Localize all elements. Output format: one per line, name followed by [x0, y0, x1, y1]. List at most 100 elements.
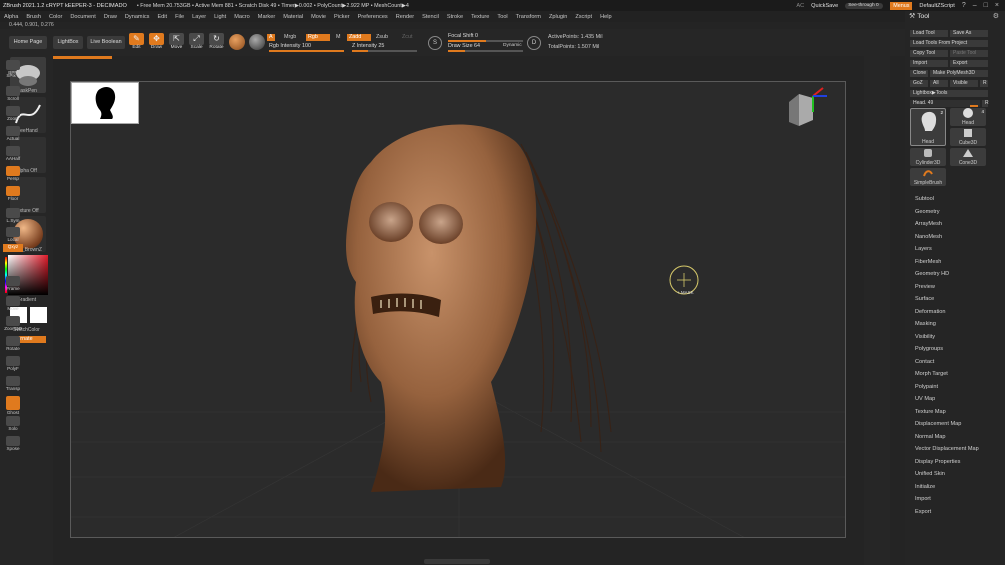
- rgb-toggle[interactable]: Rgb: [306, 34, 330, 41]
- maximize-icon[interactable]: □: [984, 2, 988, 9]
- tool-thumb-cylinder3d[interactable]: Cylinder3D: [910, 148, 946, 166]
- menu-item[interactable]: Alpha: [0, 14, 22, 20]
- close-icon[interactable]: ×: [995, 2, 999, 9]
- subpalette-visibility[interactable]: Visibility: [915, 334, 935, 340]
- goz-r-button[interactable]: R: [980, 80, 988, 87]
- subpalette-subtool[interactable]: Subtool: [915, 196, 934, 202]
- qxyz-button[interactable]: Qxyz: [3, 244, 23, 252]
- menu-item[interactable]: Draw: [100, 14, 121, 20]
- goz-button[interactable]: GoZ: [910, 80, 928, 87]
- xpose-button[interactable]: Xpose: [3, 436, 23, 454]
- subpalette-export[interactable]: Export: [915, 509, 931, 515]
- tool-thumb-simplebrush[interactable]: SimpleBrush: [910, 168, 946, 186]
- subpalette-preview[interactable]: Preview: [915, 284, 935, 290]
- z-intensity-slider[interactable]: Z Intensity 25: [352, 43, 417, 52]
- dynamic-toggle[interactable]: Dynamic: [501, 42, 524, 49]
- subpalette-texture-map[interactable]: Texture Map: [915, 409, 946, 415]
- subpalette-geometry[interactable]: Geometry: [915, 209, 940, 215]
- current-tool-slider[interactable]: Head. 49: [910, 100, 980, 107]
- quicksave-button[interactable]: QuickSave: [811, 3, 838, 9]
- panel-settings-icon[interactable]: ⚙: [993, 11, 999, 23]
- tool-thumb-head[interactable]: Head 4: [950, 108, 986, 126]
- draw-mode-button[interactable]: ✥ Draw: [148, 33, 165, 52]
- tool-thumb-cube3d[interactable]: Cube3D: [950, 128, 986, 146]
- secondary-color-swatch[interactable]: [30, 307, 47, 323]
- focal-shift-slider[interactable]: Focal Shift 0: [448, 33, 523, 42]
- menu-item[interactable]: Brush: [22, 14, 45, 20]
- bottom-shelf-handle[interactable]: [424, 559, 490, 564]
- menu-item[interactable]: Edit: [153, 14, 171, 20]
- zcut-toggle[interactable]: Zcut: [400, 34, 414, 41]
- help-icon[interactable]: ?: [962, 2, 966, 9]
- menu-item[interactable]: Help: [596, 14, 616, 20]
- brush-preview-icon[interactable]: [229, 34, 245, 50]
- menu-item[interactable]: Stroke: [443, 14, 467, 20]
- symmetry-icon[interactable]: S: [428, 36, 442, 50]
- menu-item[interactable]: File: [171, 14, 188, 20]
- subpalette-surface[interactable]: Surface: [915, 296, 934, 302]
- solo-button[interactable]: Solo: [3, 416, 23, 434]
- rotate-view-button[interactable]: Rotate: [3, 336, 23, 354]
- floor-button[interactable]: Floor: [3, 186, 23, 204]
- subpalette-deformation[interactable]: Deformation: [915, 309, 945, 315]
- spix-slider[interactable]: SPix 3: [3, 73, 23, 83]
- ghost-button[interactable]: Ghost: [3, 396, 23, 415]
- navigation-cube[interactable]: [789, 87, 827, 126]
- menu-item[interactable]: Macro: [230, 14, 254, 20]
- menu-item[interactable]: Preferences: [354, 14, 392, 20]
- clone-button[interactable]: Clone: [910, 70, 928, 77]
- transp-button[interactable]: Transp: [3, 376, 23, 394]
- home-page-button[interactable]: Home Page: [9, 36, 47, 49]
- menu-item[interactable]: Movie: [307, 14, 330, 20]
- subpalette-geometry-hd[interactable]: Geometry HD: [915, 271, 949, 277]
- goz-all-button[interactable]: All: [930, 80, 948, 87]
- tool-thumb-head-active[interactable]: Head 2: [910, 108, 946, 146]
- subpalette-normal-map[interactable]: Normal Map: [915, 434, 945, 440]
- menu-item[interactable]: Render: [392, 14, 418, 20]
- menu-item[interactable]: Document: [66, 14, 100, 20]
- menu-item[interactable]: Marker: [254, 14, 279, 20]
- menu-item[interactable]: Color: [45, 14, 66, 20]
- subpalette-initialize[interactable]: Initialize: [915, 484, 935, 490]
- subpalette-fibermesh[interactable]: FiberMesh: [915, 259, 941, 265]
- local-button[interactable]: Local: [3, 227, 23, 245]
- zadd-toggle[interactable]: Zadd: [347, 34, 371, 41]
- menu-item[interactable]: Stencil: [418, 14, 443, 20]
- zoom3d-button[interactable]: Zoom3D: [3, 316, 23, 334]
- load-tools-from-project-button[interactable]: Load Tools From Project: [910, 40, 988, 47]
- subpalette-nanomesh[interactable]: NanoMesh: [915, 234, 942, 240]
- frame-button[interactable]: Frame: [3, 276, 23, 294]
- live-boolean-button[interactable]: Live Boolean: [87, 36, 125, 49]
- menu-item[interactable]: Zscript: [571, 14, 596, 20]
- actual-button[interactable]: Actual: [3, 126, 23, 144]
- subpalette-layers[interactable]: Layers: [915, 246, 932, 252]
- tool-thumb-cone3d[interactable]: Cone3D: [950, 148, 986, 166]
- current-tool-r-button[interactable]: R: [982, 100, 989, 107]
- menus-toggle[interactable]: Menus: [890, 1, 913, 10]
- mrgb-toggle[interactable]: Mrgb: [282, 34, 298, 41]
- subpalette-display-properties[interactable]: Display Properties: [915, 459, 960, 465]
- menu-item[interactable]: Texture: [467, 14, 493, 20]
- menu-item[interactable]: Transform: [512, 14, 545, 20]
- persp-button[interactable]: Persp: [3, 166, 23, 184]
- subpalette-polypaint[interactable]: Polypaint: [915, 384, 938, 390]
- load-tool-button[interactable]: Load Tool: [910, 30, 948, 37]
- export-tool-button[interactable]: Export: [950, 60, 988, 67]
- material-preview-icon[interactable]: [249, 34, 265, 50]
- subpalette-vector-displacement-map[interactable]: Vector Displacement Map: [915, 446, 979, 452]
- subpalette-masking[interactable]: Masking: [915, 321, 936, 327]
- silhouette-thumbnail[interactable]: [71, 82, 139, 124]
- lightbox-tools-button[interactable]: Lightbox▶Tools: [910, 90, 988, 97]
- scale-mode-button[interactable]: ⤢ Scale: [188, 33, 205, 52]
- menu-item[interactable]: Light: [210, 14, 230, 20]
- polyf-button[interactable]: PolyF: [3, 356, 23, 374]
- rgb-intensity-slider[interactable]: Rgb Intensity 100: [269, 43, 344, 52]
- copy-tool-button[interactable]: Copy Tool: [910, 50, 948, 57]
- viewport-canvas[interactable]: + MASK: [70, 81, 846, 538]
- rotate-mode-button[interactable]: ↻ Rotate: [208, 33, 225, 52]
- import-tool-button[interactable]: Import: [910, 60, 948, 67]
- default-zscript-button[interactable]: DefaultZScript: [919, 3, 954, 9]
- paste-tool-button[interactable]: Paste Tool: [950, 50, 988, 57]
- lightbox-button[interactable]: LightBox: [53, 36, 83, 49]
- edit-mode-button[interactable]: ✎ Edit: [128, 33, 145, 52]
